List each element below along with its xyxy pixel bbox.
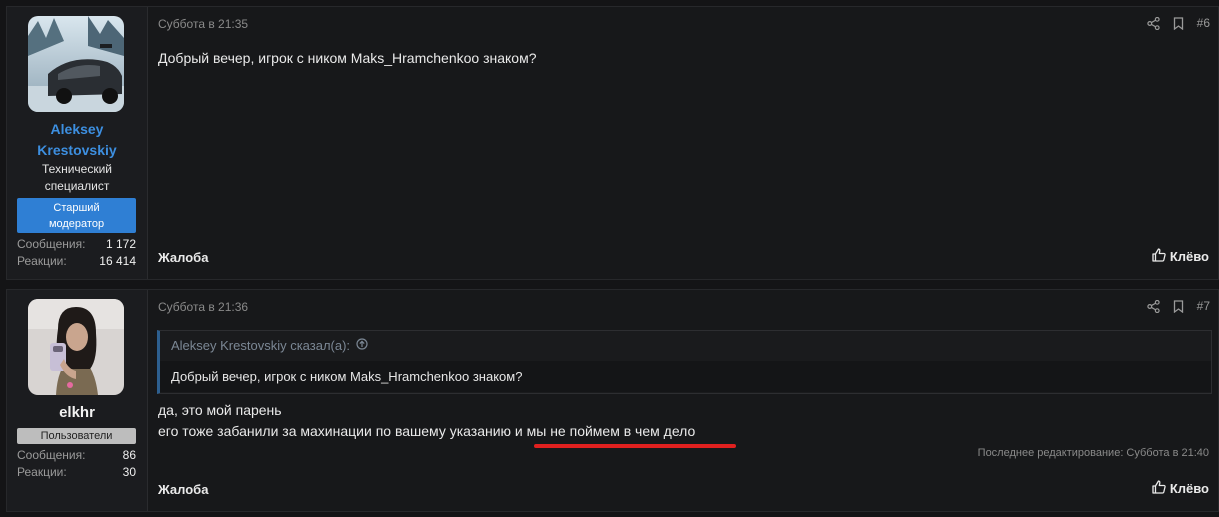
stat-messages: Сообщения: 86: [17, 447, 136, 464]
post-date[interactable]: Суббота в 21:35: [158, 17, 248, 31]
username-line1[interactable]: Aleksey: [7, 119, 147, 140]
post-number-link[interactable]: #7: [1197, 299, 1210, 313]
avatar[interactable]: [28, 16, 124, 112]
user-title-line1: Технический: [42, 162, 112, 176]
user-info-panel: elkhr Пользователи Сообщения: 86 Реакции…: [7, 290, 148, 511]
thumbs-up-icon: [1152, 248, 1166, 265]
report-link[interactable]: Жалоба: [158, 482, 208, 497]
user-title-line2: специалист: [44, 179, 110, 193]
username[interactable]: elkhr: [7, 402, 147, 423]
stat-label: Сообщения:: [17, 448, 86, 462]
red-underline-annotation: [534, 444, 736, 448]
stat-value: 30: [122, 465, 136, 479]
share-icon[interactable]: [1146, 16, 1160, 30]
stat-label: Реакции:: [17, 465, 67, 479]
quote-header[interactable]: Aleksey Krestovskiy сказал(а):: [160, 331, 1211, 361]
post-content: Суббота в 21:36 #7 Aleksey Krestovskiy с…: [148, 290, 1218, 511]
stat-reactions: Реакции: 30: [17, 464, 136, 481]
post-6: Aleksey Krestovskiy Технический специали…: [6, 6, 1219, 280]
user-role-badge: Старший модератор: [17, 198, 136, 233]
stat-value: 16 414: [99, 254, 136, 268]
avatar[interactable]: [28, 299, 124, 395]
like-label[interactable]: Клёво: [1170, 481, 1209, 496]
user-stats: Сообщения: 86 Реакции: 30: [17, 447, 136, 481]
post-message: да, это мой парень его тоже забанили за …: [158, 400, 695, 442]
stat-value: 86: [122, 448, 136, 462]
message-line1: да, это мой парень: [158, 402, 282, 418]
stat-value: 1 172: [105, 237, 136, 251]
post-actions: #7: [1146, 299, 1210, 313]
like-label[interactable]: Клёво: [1170, 249, 1209, 264]
post-actions: #6: [1146, 16, 1210, 30]
share-icon[interactable]: [1146, 299, 1160, 313]
user-stats: Сообщения: 1 172 Реакции: 16 414: [17, 236, 136, 270]
quote-text: Добрый вечер, игрок с ником Maks_Hramche…: [160, 361, 1211, 392]
user-group-badge: Пользователи: [17, 428, 136, 444]
quote-block: Aleksey Krestovskiy сказал(а): Добрый ве…: [157, 330, 1212, 394]
user-title: Технический специалист: [7, 161, 147, 195]
stat-messages: Сообщения: 1 172: [17, 236, 136, 253]
post-7: elkhr Пользователи Сообщения: 86 Реакции…: [6, 289, 1219, 512]
edited-note: Последнее редактирование: Суббота в 21:4…: [977, 447, 1209, 459]
message-line2: его тоже забанили за махинации по вашему…: [158, 423, 696, 439]
username-line2[interactable]: Krestovskiy: [7, 140, 147, 161]
arrow-up-circle-icon[interactable]: [356, 331, 368, 361]
bookmark-icon[interactable]: [1173, 299, 1184, 313]
post-number-link[interactable]: #6: [1197, 16, 1210, 30]
report-link[interactable]: Жалоба: [158, 250, 208, 265]
post-date[interactable]: Суббота в 21:36: [158, 300, 248, 314]
badge-line2: модератор: [48, 218, 105, 230]
post-message: Добрый вечер, игрок с ником Maks_Hramche…: [158, 50, 537, 66]
user-info-panel: Aleksey Krestovskiy Технический специали…: [7, 7, 148, 279]
like-button[interactable]: Клёво: [1152, 480, 1209, 497]
bookmark-icon[interactable]: [1173, 16, 1184, 30]
stat-label: Реакции:: [17, 254, 67, 268]
badge-line1: Старший: [53, 202, 100, 214]
thumbs-up-icon: [1152, 480, 1166, 497]
stat-reactions: Реакции: 16 414: [17, 253, 136, 270]
quote-author[interactable]: Aleksey Krestovskiy сказал(а):: [171, 331, 350, 361]
post-content: Суббота в 21:35 #6 Добрый вечер, игрок с…: [148, 7, 1218, 279]
username[interactable]: Aleksey Krestovskiy: [7, 119, 147, 161]
like-button[interactable]: Клёво: [1152, 248, 1209, 265]
stat-label: Сообщения:: [17, 237, 86, 251]
